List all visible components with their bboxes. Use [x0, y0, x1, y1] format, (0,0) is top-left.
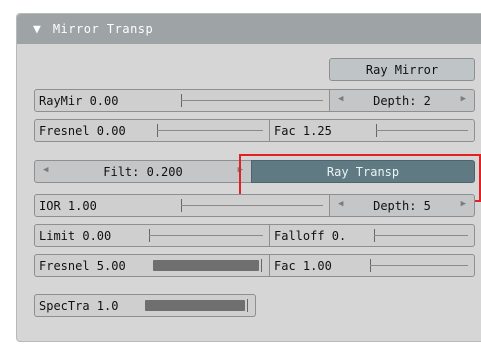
transp-fresnel-label: Fresnel 5.00: [39, 258, 126, 273]
transp-fresnel-fill: [153, 260, 259, 271]
ior-label: IOR 1.00: [39, 198, 97, 213]
mirror-depth-label: Depth: 2: [373, 93, 431, 108]
falloff-slider[interactable]: Falloff 0.: [269, 224, 475, 247]
arrow-left-icon[interactable]: ◀: [43, 165, 48, 175]
transp-depth-label: Depth: 5: [373, 198, 431, 213]
arrow-right-icon[interactable]: ▶: [461, 199, 466, 209]
spectra-slider[interactable]: SpecTra 1.0: [34, 294, 256, 317]
transp-fac-label: Fac 1.00: [274, 258, 332, 273]
transp-fresnel-slider[interactable]: Fresnel 5.00: [34, 254, 270, 277]
mirror-fac-label: Fac 1.25: [274, 123, 332, 138]
spectra-fill: [145, 300, 245, 311]
arrow-left-icon[interactable]: ◀: [338, 94, 343, 104]
raymir-slider-track: [181, 100, 323, 101]
mirror-fresnel-track: [157, 130, 263, 131]
ior-slider-track: [181, 205, 323, 206]
mirror-fresnel-label: Fresnel 0.00: [39, 123, 126, 138]
transp-fac-track: [370, 265, 468, 266]
spectra-handle[interactable]: [247, 299, 248, 312]
transp-fac-slider[interactable]: Fac 1.00: [269, 254, 475, 277]
arrow-left-icon[interactable]: ◀: [338, 199, 343, 209]
raymir-label: RayMir 0.00: [39, 93, 119, 108]
panel-header[interactable]: ▼ Mirror Transp: [17, 14, 481, 44]
limit-slider-track: [149, 235, 263, 236]
ior-slider[interactable]: IOR 1.00: [34, 194, 330, 217]
mirror-fresnel-slider[interactable]: Fresnel 0.00: [34, 119, 270, 142]
arrow-right-icon[interactable]: ▶: [461, 94, 466, 104]
transp-fresnel-handle[interactable]: [261, 259, 262, 272]
mirror-fac-slider[interactable]: Fac 1.25: [269, 119, 475, 142]
ray-mirror-label: Ray Mirror: [365, 62, 439, 77]
transp-depth-field[interactable]: ◀ Depth: 5 ▶: [329, 194, 475, 217]
raymir-slider[interactable]: RayMir 0.00: [34, 89, 330, 112]
limit-label: Limit 0.00: [39, 228, 112, 243]
falloff-label: Falloff 0.: [274, 228, 347, 243]
spectra-label: SpecTra 1.0: [39, 298, 119, 313]
limit-slider[interactable]: Limit 0.00: [34, 224, 270, 247]
mirror-depth-field[interactable]: ◀ Depth: 2 ▶: [329, 89, 475, 112]
filt-label: Filt: 0.200: [103, 164, 183, 179]
falloff-slider-track: [374, 235, 468, 236]
triangle-down-icon[interactable]: ▼: [33, 22, 41, 37]
ray-mirror-button[interactable]: Ray Mirror: [329, 58, 475, 81]
mirror-fac-track: [376, 130, 468, 131]
panel-title: Mirror Transp: [52, 22, 154, 36]
filt-field[interactable]: ◀ Filt: 0.200 ▶: [34, 160, 252, 183]
